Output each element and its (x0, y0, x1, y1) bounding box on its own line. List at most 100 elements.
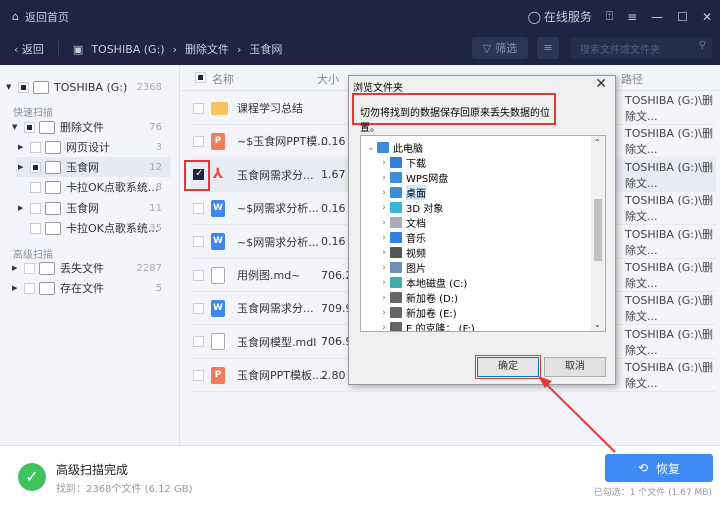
checkbox[interactable] (30, 181, 41, 193)
filter-button[interactable]: ▽ 筛选 (472, 37, 528, 59)
search-icon[interactable]: ⚲ (699, 40, 706, 51)
row-checkbox[interactable] (193, 236, 204, 248)
row-checkbox[interactable] (193, 269, 204, 281)
tree-deleted[interactable]: ▼ 删除文件 76 (12, 117, 178, 137)
row-checkbox[interactable] (193, 336, 204, 348)
tree-item[interactable]: 卡拉OK点歌系统... 8 (26, 177, 178, 197)
checkbox[interactable] (24, 262, 35, 274)
breadcrumb-drive[interactable]: TOSHIBA (G:) (91, 43, 164, 56)
breadcrumb-current[interactable]: 玉食网 (249, 41, 282, 57)
scrollbar-thumb[interactable] (594, 199, 602, 261)
maximize-icon[interactable]: ☐ (677, 10, 688, 24)
scrollbar[interactable]: ⌃ ⌄ (591, 136, 605, 331)
close-icon[interactable]: ✕ (595, 76, 607, 92)
chevron-right-icon[interactable]: › (378, 323, 390, 332)
column-name[interactable]: 名称 (212, 71, 234, 87)
ok-button[interactable]: 确定 (475, 355, 541, 379)
row-checkbox[interactable] (193, 135, 204, 147)
folder-icon (390, 217, 402, 228)
chevron-right-icon[interactable]: › (378, 308, 390, 318)
row-checkbox[interactable] (193, 202, 204, 214)
chevron-right-icon[interactable]: › (378, 218, 390, 228)
home-button[interactable]: ⌂ 返回首页 (12, 9, 69, 25)
checkbox[interactable] (30, 222, 41, 234)
folder-icon (39, 261, 55, 275)
folder-tree-item[interactable]: › WPS网盘 (378, 170, 448, 185)
dialog-warning: 切勿将找到的数据保存回原来丢失数据的位置。 (352, 93, 556, 134)
tree-label: 删除文件 (60, 121, 104, 134)
folder-tree-item[interactable]: › 桌面 (378, 185, 426, 200)
chevron-down-icon[interactable]: ⌄ (365, 143, 377, 153)
select-all-checkbox[interactable] (195, 72, 206, 83)
menu-icon[interactable]: ≡ (627, 10, 637, 24)
tree-lost-files[interactable]: ▶ 丢失文件 2287 (12, 258, 178, 278)
cancel-button[interactable]: 取消 (544, 357, 606, 377)
chevron-right-icon[interactable]: › (378, 278, 390, 288)
breadcrumb-deleted[interactable]: 删除文件 (185, 41, 229, 57)
folder-tree[interactable]: ⌄ 此电脑 › 下载 › WPS网盘 › 桌面 › 3D 对象 › 文档 › 音乐 › 视频 › 图片 › 本地磁盘 … (360, 135, 606, 332)
feedback-icon[interactable]: ⍐ (606, 9, 613, 24)
search-input[interactable]: 搜索文件或文件夹 ⚲ (570, 37, 712, 59)
tree-count: 8 (155, 181, 162, 193)
word-file-icon: W (211, 199, 225, 217)
folder-tree-item[interactable]: › 本地磁盘 (C:) (378, 275, 467, 290)
folder-icon (390, 232, 402, 243)
folder-tree-item[interactable]: › E 的克隆： (F:) (378, 320, 475, 332)
close-icon[interactable]: ✕ (702, 10, 712, 24)
row-checkbox[interactable] (193, 302, 204, 314)
tree-item-selected[interactable]: ▶ 玉食网 12 (16, 157, 171, 177)
folder-tree-item[interactable]: › 视频 (378, 245, 426, 260)
online-service-button[interactable]: ◯ 在线服务 (528, 8, 592, 25)
folder-tree-item[interactable]: ⌄ 此电脑 (365, 140, 423, 155)
folder-icon (390, 157, 402, 168)
folder-icon (45, 140, 61, 154)
chevron-right-icon[interactable]: › (378, 203, 390, 213)
folder-label: 桌面 (406, 185, 426, 200)
tree-item[interactable]: ▶ 玉食网 11 (18, 198, 178, 218)
folder-file-icon (211, 101, 228, 115)
column-size[interactable]: 大小 (317, 71, 339, 87)
minimize-icon[interactable]: — (651, 10, 663, 24)
divider (57, 41, 59, 57)
filter-icon: ▽ (482, 41, 492, 55)
checkbox[interactable] (30, 202, 41, 214)
folder-tree-item[interactable]: › 新加卷 (D:) (378, 290, 458, 305)
file-name: 玉食网PPT模板.... (237, 369, 326, 383)
row-checkbox[interactable] (193, 369, 204, 381)
tree-item[interactable]: ▶ 网页设计 3 (18, 137, 178, 157)
chevron-right-icon[interactable]: › (378, 248, 390, 258)
folder-tree-item[interactable]: › 新加卷 (E:) (378, 305, 457, 320)
folder-label: 新加卷 (E:) (406, 309, 457, 320)
folder-tree-item[interactable]: › 文档 (378, 215, 426, 230)
folder-tree-item[interactable]: › 音乐 (378, 230, 426, 245)
folder-tree-item[interactable]: › 下载 (378, 155, 426, 170)
chevron-right-icon[interactable]: › (378, 263, 390, 273)
tree-existing-files[interactable]: ▶ 存在文件 5 (12, 278, 178, 298)
column-path[interactable]: 路径 (621, 71, 643, 87)
row-checkbox[interactable] (193, 102, 204, 114)
chevron-right-icon[interactable]: › (378, 173, 390, 183)
folder-tree-item[interactable]: › 3D 对象 (378, 200, 443, 215)
folder-icon (390, 187, 402, 198)
folder-tree-item[interactable]: › 图片 (378, 260, 426, 275)
view-menu-button[interactable]: ≡ (537, 37, 559, 59)
chevron-right-icon[interactable]: › (378, 233, 390, 243)
checkbox[interactable] (24, 282, 35, 294)
folder-label: 下载 (406, 159, 426, 170)
chevron-right-icon[interactable]: › (378, 188, 390, 198)
chevron-right-icon[interactable]: › (378, 158, 390, 168)
file-name: ~$玉食网PPT模... (237, 135, 328, 149)
tree-item[interactable]: 卡拉OK点歌系统... 35 (26, 218, 178, 238)
tree-drive[interactable]: ▼ TOSHIBA (G:) 2368 (6, 77, 178, 97)
tree-label: 存在文件 (60, 282, 104, 295)
checkbox[interactable] (18, 81, 29, 93)
checkbox[interactable] (30, 141, 41, 153)
recover-button[interactable]: ⟲ 恢复 (605, 454, 713, 482)
checkbox[interactable] (24, 121, 35, 133)
file-path: TOSHIBA (G:)\删除文... (625, 327, 713, 357)
back-button[interactable]: ‹ 返回 (14, 41, 44, 57)
chevron-right-icon[interactable]: › (378, 293, 390, 303)
tree-count: 12 (149, 161, 162, 173)
file-path: TOSHIBA (G:)\删除文... (625, 127, 713, 157)
checkbox[interactable] (30, 161, 41, 173)
